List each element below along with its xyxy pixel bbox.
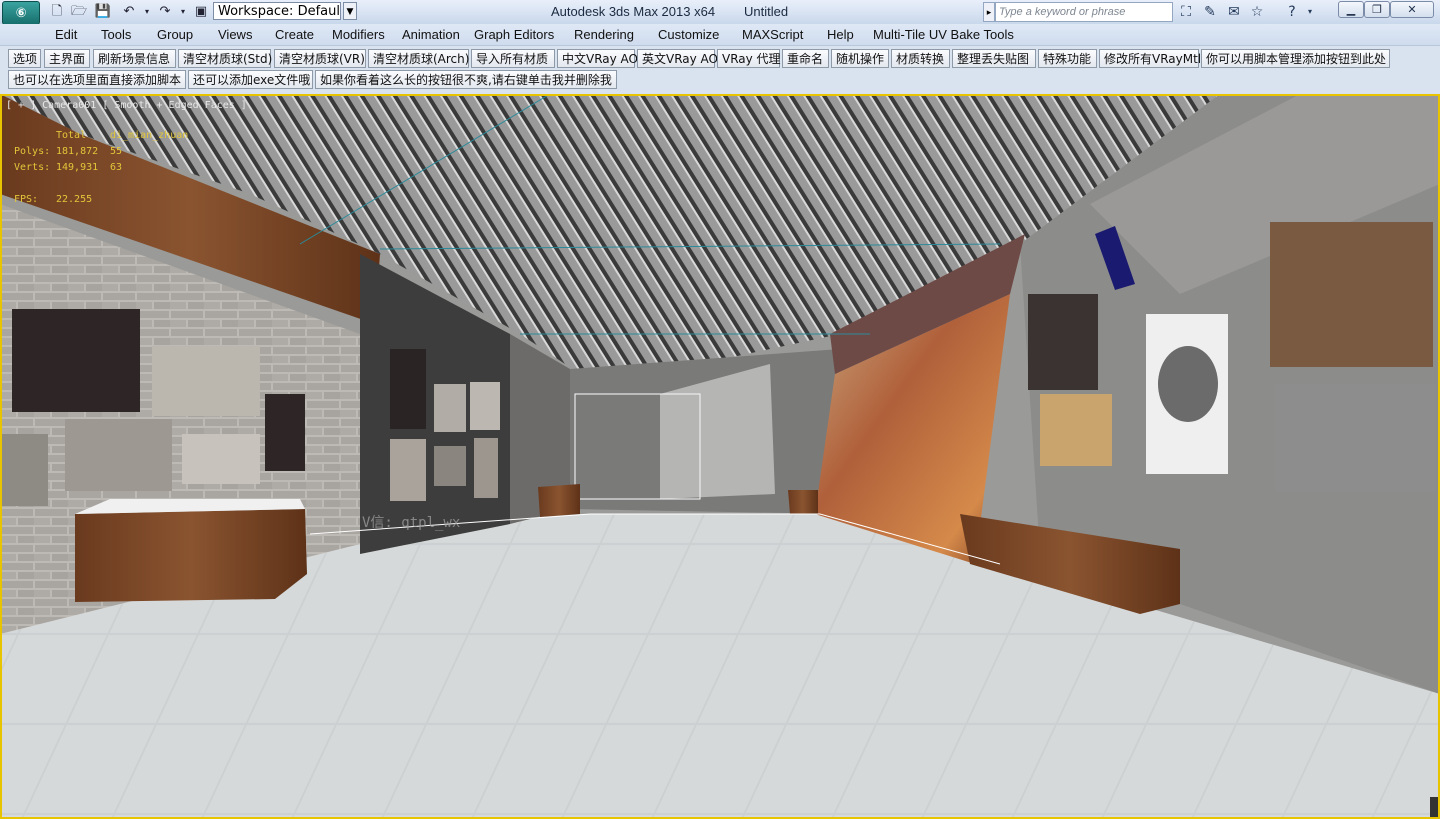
stats-verts-label: Verts:	[14, 162, 51, 173]
toolbar-button-clear-materials-arch[interactable]: 清空材质球(Arch)	[368, 49, 469, 68]
toolbar-button-import-all-materials[interactable]: 导入所有材质	[471, 49, 555, 68]
app-logo-button[interactable]: ⑥	[2, 1, 40, 25]
toolbar-button-add-script-hint[interactable]: 你可以用脚本管理添加按钮到此处	[1201, 49, 1390, 68]
new-file-icon[interactable]: 🗋	[48, 3, 66, 20]
open-file-icon[interactable]: 🗁	[70, 3, 88, 20]
redo-dropdown-icon[interactable]: ▾	[178, 3, 188, 20]
watermark-text: V信: qtpl_wx	[362, 515, 461, 531]
help-dropdown-icon[interactable]: ▾	[1300, 3, 1320, 21]
workspace-dropdown-arrow-icon[interactable]: ▼	[343, 2, 357, 20]
stats-fps-label: FPS:	[14, 194, 39, 205]
menu-views[interactable]: Views	[218, 27, 252, 42]
toolbar-button-options[interactable]: 选项	[8, 49, 41, 68]
favorites-star-icon[interactable]: ☆	[1247, 3, 1267, 21]
toolbar-button-random-ops[interactable]: 随机操作	[831, 49, 889, 68]
menu-graph-editors[interactable]: Graph Editors	[474, 27, 554, 42]
communication-center-icon[interactable]: ✉	[1224, 3, 1244, 21]
stats-header-total: Total	[56, 130, 87, 141]
stats-verts-total: 149,931	[56, 162, 99, 173]
save-file-icon[interactable]: 💾	[94, 3, 112, 20]
undo-icon[interactable]: ↶	[118, 3, 140, 20]
binoculars-icon[interactable]: ⛶	[1176, 3, 1196, 21]
menu-multi-tile-uv-bake-tools[interactable]: Multi-Tile UV Bake Tools	[873, 27, 1014, 42]
toolbar-button-special-features[interactable]: 特殊功能	[1038, 49, 1097, 68]
close-button[interactable]: ✕	[1390, 1, 1434, 18]
project-folder-icon[interactable]: ▣	[192, 3, 210, 20]
toolbar-button-clear-materials-std[interactable]: 清空材质球(Std)	[178, 49, 272, 68]
menu-help[interactable]: Help	[827, 27, 854, 42]
workspace-dropdown[interactable]: Workspace: Default	[213, 2, 341, 20]
toolbar-button-add-script-in-options[interactable]: 也可以在选项里面直接添加脚本	[8, 70, 186, 89]
toolbar-button-chinese-vray-ao[interactable]: 中文VRay AO	[557, 49, 638, 68]
toolbar-button-refresh-scene-info[interactable]: 刷新场景信息	[93, 49, 176, 68]
toolbar-button-english-vray-ao[interactable]: 英文VRay AO	[637, 49, 718, 68]
stats-header-object: di_mian_zhuan	[110, 130, 189, 141]
menu-animation[interactable]: Animation	[402, 27, 460, 42]
menu-tools[interactable]: Tools	[101, 27, 131, 42]
toolbar-button-delete-me[interactable]: 如果你看着这么长的按钮很不爽,请右键单击我并删除我	[315, 70, 617, 89]
menu-modifiers[interactable]: Modifiers	[332, 27, 385, 42]
toolbar-button-modify-all-vraymtl[interactable]: 修改所有VRayMtl	[1099, 49, 1201, 68]
undo-dropdown-icon[interactable]: ▾	[142, 3, 152, 20]
subscription-icon[interactable]: ✎	[1200, 3, 1220, 21]
stats-verts-object: 63	[110, 162, 123, 173]
restore-button[interactable]: ❐	[1364, 1, 1390, 18]
menu-bar: Edit Tools Group Views Create Modifiers …	[0, 24, 1440, 45]
menu-create[interactable]: Create	[275, 27, 314, 42]
document-title: Untitled	[744, 4, 789, 19]
menu-edit[interactable]: Edit	[55, 27, 77, 42]
toolbar-button-add-exe[interactable]: 还可以添加exe文件哦	[188, 70, 313, 89]
menu-group[interactable]: Group	[157, 27, 193, 42]
toolbar-button-rename[interactable]: 重命名	[782, 49, 829, 68]
toolbar-button-material-convert[interactable]: 材质转换	[891, 49, 950, 68]
toolbar-button-clear-materials-vr[interactable]: 清空材质球(VR)	[274, 49, 366, 68]
stats-fps-value: 22.255	[56, 194, 93, 205]
stats-polys-label: Polys:	[14, 146, 51, 157]
menu-customize[interactable]: Customize	[658, 27, 719, 42]
viewport-label-menu[interactable]: [ + ] Camera001 [ Smooth + Edged Faces ]	[6, 100, 247, 111]
menu-maxscript[interactable]: MAXScript	[742, 27, 803, 42]
app-title: Autodesk 3ds Max 2013 x64	[551, 4, 716, 19]
script-toolbar: 选项 主界面 刷新场景信息 清空材质球(Std) 清空材质球(VR) 清空材质球…	[0, 45, 1440, 95]
camera-viewport[interactable]: [ + ] Camera001 [ Smooth + Edged Faces ]…	[0, 94, 1440, 819]
toolbar-button-main-ui[interactable]: 主界面	[44, 49, 90, 68]
redo-icon[interactable]: ↷	[154, 3, 176, 20]
search-expand-icon[interactable]: ▸	[983, 2, 995, 22]
help-icon[interactable]: ?	[1282, 3, 1302, 21]
viewport-scroll-handle[interactable]	[1430, 797, 1438, 817]
title-bar: ⑥ 🗋 🗁 💾 ↶ ▾ ↷ ▾ ▣ Workspace: Default ▼ A…	[0, 0, 1440, 25]
minimize-button[interactable]: ▁	[1338, 1, 1364, 18]
stats-polys-object: 55	[110, 146, 123, 157]
menu-rendering[interactable]: Rendering	[574, 27, 634, 42]
toolbar-button-vray-proxy[interactable]: VRay 代理	[717, 49, 781, 68]
scene-render	[0, 94, 1440, 819]
stats-polys-total: 181,872	[56, 146, 99, 157]
search-input[interactable]: Type a keyword or phrase	[995, 2, 1173, 22]
toolbar-button-fix-missing-maps[interactable]: 整理丢失贴图	[952, 49, 1036, 68]
